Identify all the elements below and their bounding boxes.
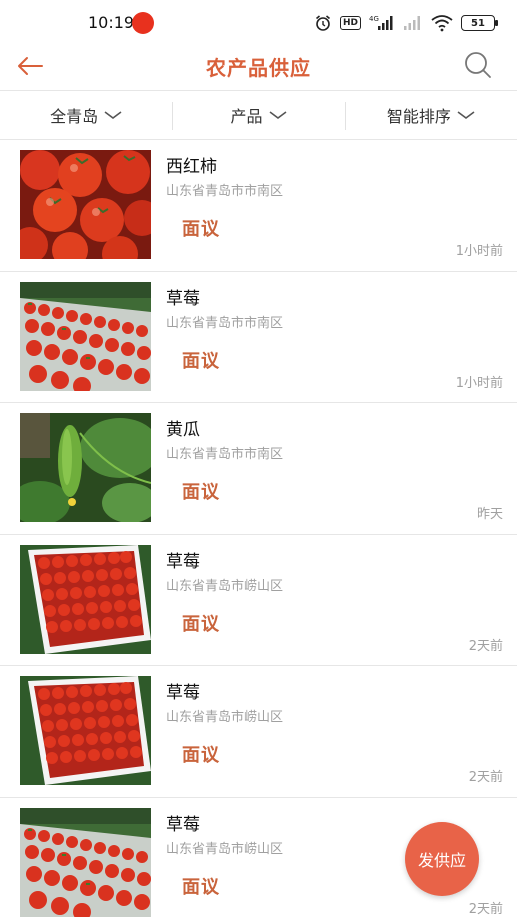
product-image[interactable] (20, 676, 151, 785)
filter-product-label: 产品 (230, 107, 263, 126)
hd-icon: HD (339, 16, 361, 30)
product-time: 昨天 (476, 507, 503, 522)
product-image[interactable] (20, 281, 151, 391)
page-title: 农产品供应 (206, 56, 311, 80)
list-item[interactable]: 草莓 山东省青岛市市南区 面议 1小时前 (0, 272, 517, 403)
product-time: 1小时前 (455, 244, 503, 259)
recording-indicator-icon (132, 12, 154, 34)
alarm-icon (314, 14, 332, 32)
search-icon[interactable] (463, 50, 493, 80)
product-price: 面议 (182, 745, 220, 766)
product-location: 山东省青岛市市南区 (166, 184, 284, 199)
product-name: 西红柿 (166, 157, 217, 177)
product-location: 山东省青岛市崂山区 (166, 710, 284, 725)
product-name: 草莓 (166, 814, 200, 835)
status-time: 10:19 (88, 13, 135, 32)
signal-weak-icon (403, 14, 423, 32)
chevron-down-icon (104, 111, 122, 119)
product-price: 面议 (182, 876, 220, 898)
product-name: 草莓 (166, 288, 200, 309)
product-location: 山东省青岛市崂山区 (166, 841, 284, 857)
product-image[interactable] (20, 413, 151, 522)
product-location: 山东省青岛市崂山区 (166, 578, 284, 594)
post-supply-button[interactable]: 发供应 (405, 822, 479, 896)
filter-sort-label: 智能排序 (386, 107, 451, 126)
product-time: 2天前 (468, 770, 503, 785)
product-time: 1小时前 (455, 375, 503, 391)
filter-region[interactable]: 全青岛 (0, 91, 172, 139)
product-time: 2天前 (468, 638, 503, 654)
chevron-down-icon (269, 111, 286, 119)
list-item[interactable]: 西红柿 山东省青岛市市南区 面议 1小时前 (0, 140, 517, 272)
product-location: 山东省青岛市市南区 (166, 447, 284, 462)
product-time: 2天前 (468, 901, 503, 917)
filter-sort[interactable]: 智能排序 (344, 91, 517, 139)
product-list: 西红柿 山东省青岛市市南区 面议 1小时前 草莓 山东省青岛市市南区 面议 1小… (0, 140, 517, 920)
signal-4g-icon: 4G (369, 14, 395, 32)
list-item[interactable]: 草莓 山东省青岛市崂山区 面议 2天前 (0, 666, 517, 798)
status-icons: HD 4G 51 (314, 12, 498, 34)
list-item[interactable]: 黄瓜 山东省青岛市市南区 面议 昨天 (0, 403, 517, 535)
product-price: 面议 (182, 219, 220, 240)
status-bar: 10:19 HD 4G 51 (0, 0, 517, 44)
list-item[interactable]: 草莓 山东省青岛市崂山区 面议 2天前 (0, 535, 517, 666)
product-image[interactable] (20, 544, 151, 654)
product-price: 面议 (182, 613, 220, 635)
filter-region-label: 全青岛 (50, 107, 99, 126)
product-name: 草莓 (166, 551, 200, 572)
product-location: 山东省青岛市市南区 (166, 315, 284, 331)
product-price: 面议 (182, 482, 220, 503)
chevron-down-icon (457, 111, 475, 119)
product-image[interactable] (20, 150, 151, 259)
product-price: 面议 (182, 350, 220, 372)
network-label: 4G (369, 15, 379, 23)
product-name: 草莓 (166, 683, 200, 703)
filter-product[interactable]: 产品 (172, 91, 344, 139)
app-header: 农产品供应 (0, 44, 517, 90)
product-name: 黄瓜 (166, 420, 200, 440)
battery-icon: 51 (461, 15, 498, 31)
filter-bar: 全青岛 产品 智能排序 (0, 90, 517, 140)
product-image[interactable] (20, 807, 151, 917)
wifi-icon (431, 14, 453, 32)
